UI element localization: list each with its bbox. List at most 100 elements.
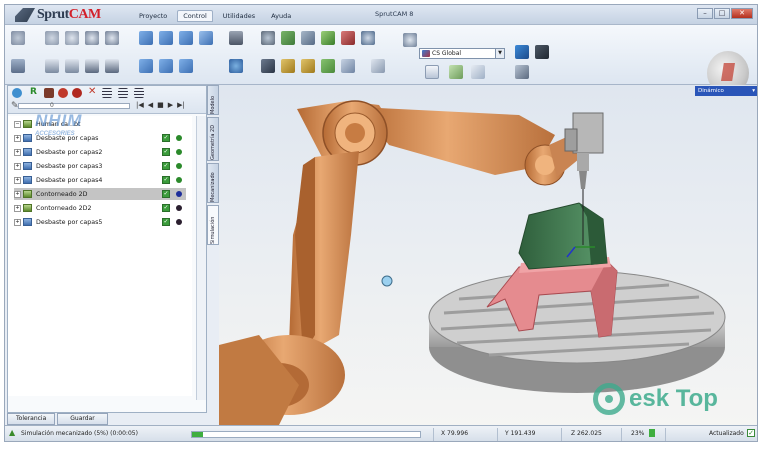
expand-icon[interactable]: + bbox=[14, 218, 21, 226]
tool-icon[interactable] bbox=[229, 31, 243, 45]
menu-tabs: Proyecto Control Utilidades Ayuda bbox=[133, 10, 297, 22]
rotate-icon[interactable] bbox=[65, 31, 79, 45]
tab-ayuda[interactable]: Ayuda bbox=[265, 10, 297, 22]
post-icon[interactable] bbox=[44, 88, 54, 98]
list-down-icon[interactable] bbox=[118, 88, 128, 98]
measure-icon[interactable] bbox=[371, 59, 385, 73]
tab-simulacion[interactable]: Simulación bbox=[207, 205, 219, 245]
enabled-check-icon[interactable]: ✓ bbox=[162, 162, 170, 170]
recalc-icon[interactable]: R bbox=[30, 87, 37, 97]
view-side-icon[interactable] bbox=[159, 31, 173, 45]
expand-icon[interactable]: + bbox=[14, 148, 21, 156]
info-icon[interactable] bbox=[72, 88, 82, 98]
coord-z: Z 262.025 bbox=[571, 430, 602, 437]
machine-icon[interactable] bbox=[261, 31, 275, 45]
panel-buttons: Tolerancia Guardar bbox=[7, 413, 207, 425]
app-logo: SprutCAM bbox=[15, 7, 123, 23]
view-top-icon[interactable] bbox=[179, 31, 193, 45]
stop-icon[interactable] bbox=[58, 88, 68, 98]
view-bottom-icon[interactable] bbox=[179, 59, 193, 73]
close-icon[interactable]: ✕ bbox=[731, 8, 753, 19]
expand-icon[interactable]: + bbox=[14, 134, 21, 142]
step-back-icon[interactable]: ◀ bbox=[148, 101, 153, 109]
display-icon[interactable] bbox=[535, 45, 549, 59]
expand-icon[interactable]: + bbox=[14, 162, 21, 170]
cs-select[interactable]: CS Global ▼ bbox=[419, 48, 505, 59]
ribbon-toolbar: CS Global ▼ bbox=[5, 25, 757, 95]
expand-icon[interactable]: + bbox=[14, 190, 21, 198]
expand-icon[interactable]: + bbox=[14, 176, 21, 184]
tolerance-button[interactable]: Tolerancia bbox=[7, 413, 56, 425]
memory-indicator bbox=[649, 429, 655, 437]
tree-scrollbar[interactable] bbox=[196, 116, 206, 400]
machine-setup-icon[interactable] bbox=[515, 45, 529, 59]
camera-icon[interactable] bbox=[105, 59, 119, 73]
axis-icon[interactable] bbox=[281, 59, 295, 73]
chevron-down-icon[interactable]: ▼ bbox=[495, 49, 504, 58]
ucs-icon[interactable] bbox=[321, 59, 335, 73]
save-button[interactable]: Guardar bbox=[57, 413, 108, 425]
checkbox-icon[interactable]: ✓ bbox=[747, 429, 755, 437]
status-bar: ▲ Simulación mecanizado (5%) (0:00:05) X… bbox=[5, 425, 757, 441]
fixture-icon[interactable] bbox=[301, 31, 315, 45]
tab-modelo[interactable]: Modelo bbox=[207, 85, 219, 115]
axis-yellow-icon[interactable] bbox=[301, 59, 315, 73]
zoom-icon[interactable] bbox=[85, 31, 99, 45]
play-icon[interactable]: ▶ bbox=[168, 101, 173, 109]
text-icon[interactable] bbox=[425, 65, 439, 79]
expand-icon[interactable]: + bbox=[14, 204, 21, 212]
3d-viewport[interactable]: Dinámico bbox=[219, 85, 757, 425]
view-iso-icon[interactable] bbox=[199, 31, 213, 45]
run-icon[interactable] bbox=[12, 88, 22, 98]
enabled-check-icon[interactable]: ✓ bbox=[162, 204, 170, 212]
tab-mecanizado[interactable]: Mecanizado bbox=[207, 163, 219, 203]
enabled-check-icon[interactable]: ✓ bbox=[162, 176, 170, 184]
home-icon[interactable] bbox=[11, 31, 25, 45]
enabled-check-icon[interactable]: ✓ bbox=[162, 190, 170, 198]
tab-proyecto[interactable]: Proyecto bbox=[133, 10, 173, 22]
list-up-icon[interactable] bbox=[134, 88, 144, 98]
pan-icon[interactable] bbox=[45, 31, 59, 45]
view-left-icon[interactable] bbox=[159, 59, 173, 73]
wrench-icon[interactable] bbox=[515, 65, 529, 79]
workpiece-icon[interactable] bbox=[281, 31, 295, 45]
shading-icon[interactable] bbox=[229, 59, 243, 73]
view-back-icon[interactable] bbox=[139, 59, 153, 73]
grid-icon[interactable] bbox=[341, 59, 355, 73]
view-front-icon[interactable] bbox=[139, 31, 153, 45]
copy-cs-icon[interactable] bbox=[471, 65, 485, 79]
first-frame-icon[interactable]: |◀ bbox=[136, 101, 144, 109]
save-icon[interactable] bbox=[11, 59, 25, 73]
simulation-speed-slider[interactable] bbox=[18, 103, 130, 109]
fit-icon[interactable] bbox=[105, 31, 119, 45]
list-icon[interactable] bbox=[102, 88, 112, 98]
tree-item[interactable]: + Desbaste por capas5 ✓ bbox=[14, 216, 186, 228]
tab-utilidades[interactable]: Utilidades bbox=[217, 10, 261, 22]
tree-item[interactable]: + Desbaste por capas3 ✓ bbox=[14, 160, 186, 172]
enabled-check-icon[interactable]: ✓ bbox=[162, 218, 170, 226]
expand-icon[interactable]: − bbox=[14, 120, 21, 128]
operations-toolbar: R ✕ ✎ 0 |◀ ◀ ■ ▶ ▶| bbox=[8, 86, 206, 114]
part-icon[interactable] bbox=[321, 31, 335, 45]
cs-icon[interactable] bbox=[403, 33, 417, 47]
holder-icon[interactable] bbox=[261, 59, 275, 73]
view-mode-select[interactable]: Dinámico bbox=[695, 86, 757, 96]
contouring-icon bbox=[23, 190, 32, 198]
stop-square-icon[interactable]: ■ bbox=[157, 101, 164, 109]
select-icon[interactable] bbox=[45, 59, 59, 73]
tree-item[interactable]: + Desbaste por capas4 ✓ bbox=[14, 174, 186, 186]
zoom-window-icon[interactable] bbox=[65, 59, 79, 73]
tree-item[interactable]: + Contorneado 2D2 ✓ bbox=[14, 202, 186, 214]
material-icon[interactable] bbox=[361, 31, 375, 45]
tab-control[interactable]: Control bbox=[177, 10, 213, 22]
tree-item-selected[interactable]: + Contorneado 2D ✓ bbox=[14, 188, 186, 200]
last-frame-icon[interactable]: ▶| bbox=[177, 101, 185, 109]
maximize-icon[interactable]: □ bbox=[714, 8, 730, 19]
coord-x: X 79.996 bbox=[441, 430, 469, 437]
minimize-icon[interactable]: – bbox=[697, 8, 713, 19]
delete-icon[interactable]: ✕ bbox=[88, 86, 96, 97]
toolpath-icon[interactable] bbox=[341, 31, 355, 45]
print-icon[interactable] bbox=[85, 59, 99, 73]
new-cs-icon[interactable] bbox=[449, 65, 463, 79]
tab-geometria-2d[interactable]: Geometría 2D bbox=[207, 117, 219, 161]
